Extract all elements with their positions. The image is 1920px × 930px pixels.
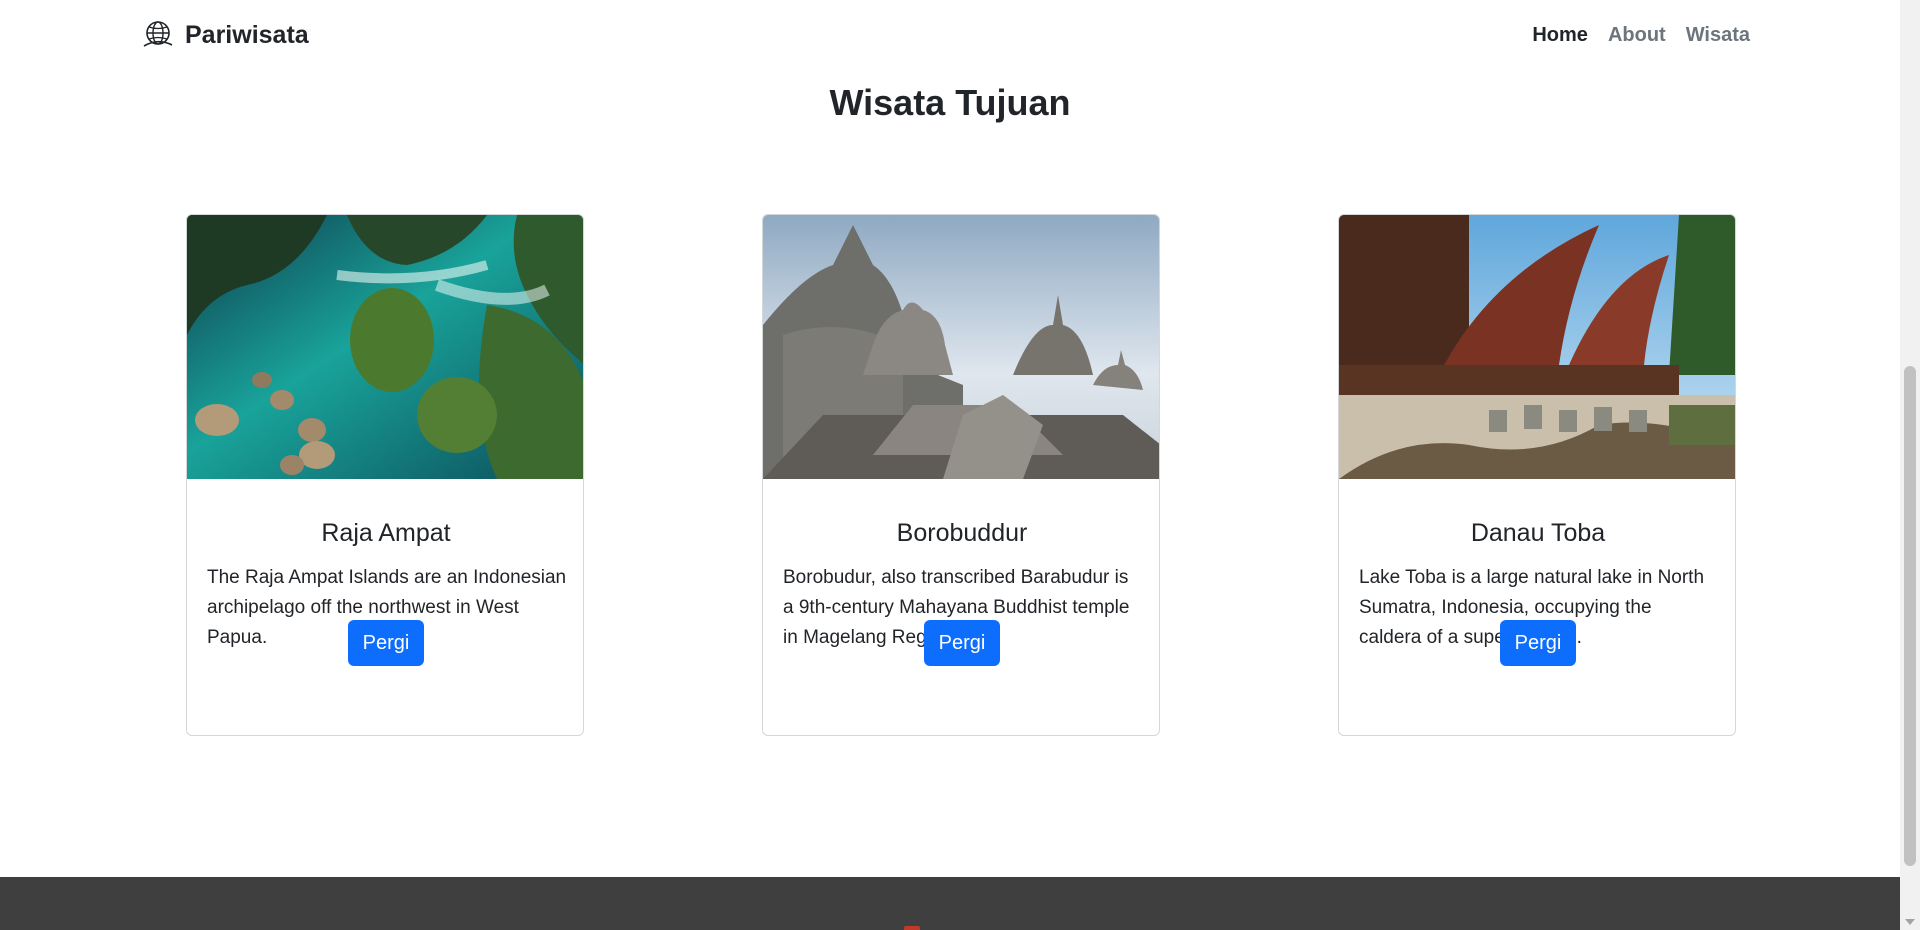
page: Pariwisata Home About Wisata Wisata Tuju… [0,0,1900,930]
section-title: Wisata Tujuan [829,82,1071,123]
card-image-danau-toba [1339,215,1735,479]
footer [0,877,1900,930]
card-danau-toba: Danau Toba Lake Toba is a large natural … [1338,214,1736,736]
nav-link-wisata[interactable]: Wisata [1686,24,1750,47]
card-borobuddur: Borobuddur Borobudur, also transcribed B… [762,214,1160,736]
card-title: Danau Toba [1470,519,1606,547]
scrollbar-thumb[interactable] [1904,366,1916,866]
footer-icon-partial [904,926,920,930]
scroll-down-arrow-icon[interactable] [1905,919,1915,925]
vertical-scrollbar[interactable] [1900,0,1920,930]
nav-link-home[interactable]: Home [1532,24,1588,47]
nav-links: Home About Wisata [1532,24,1750,47]
brand-name: Pariwisata [185,20,309,49]
card-body: Raja Ampat The Raja Ampat Islands are an… [187,479,583,735]
pergi-button-raja-ampat[interactable]: Pergi [348,620,424,666]
globe-icon [143,21,173,47]
card-title: Borobuddur [896,519,1028,547]
nav-link-about[interactable]: About [1608,24,1666,47]
brand-link[interactable]: Pariwisata [141,18,309,52]
card-title: Raja Ampat [321,519,451,547]
card-body: Danau Toba Lake Toba is a large natural … [1339,479,1735,735]
pergi-button-borobuddur[interactable]: Pergi [924,620,1000,666]
card-body: Borobuddur Borobudur, also transcribed B… [763,479,1159,735]
pergi-button-danau-toba[interactable]: Pergi [1500,620,1576,666]
card-raja-ampat: Raja Ampat The Raja Ampat Islands are an… [186,214,584,736]
navbar: Pariwisata Home About Wisata [0,2,1900,70]
card-image-borobuddur [763,215,1159,479]
card-image-raja-ampat [187,215,583,479]
